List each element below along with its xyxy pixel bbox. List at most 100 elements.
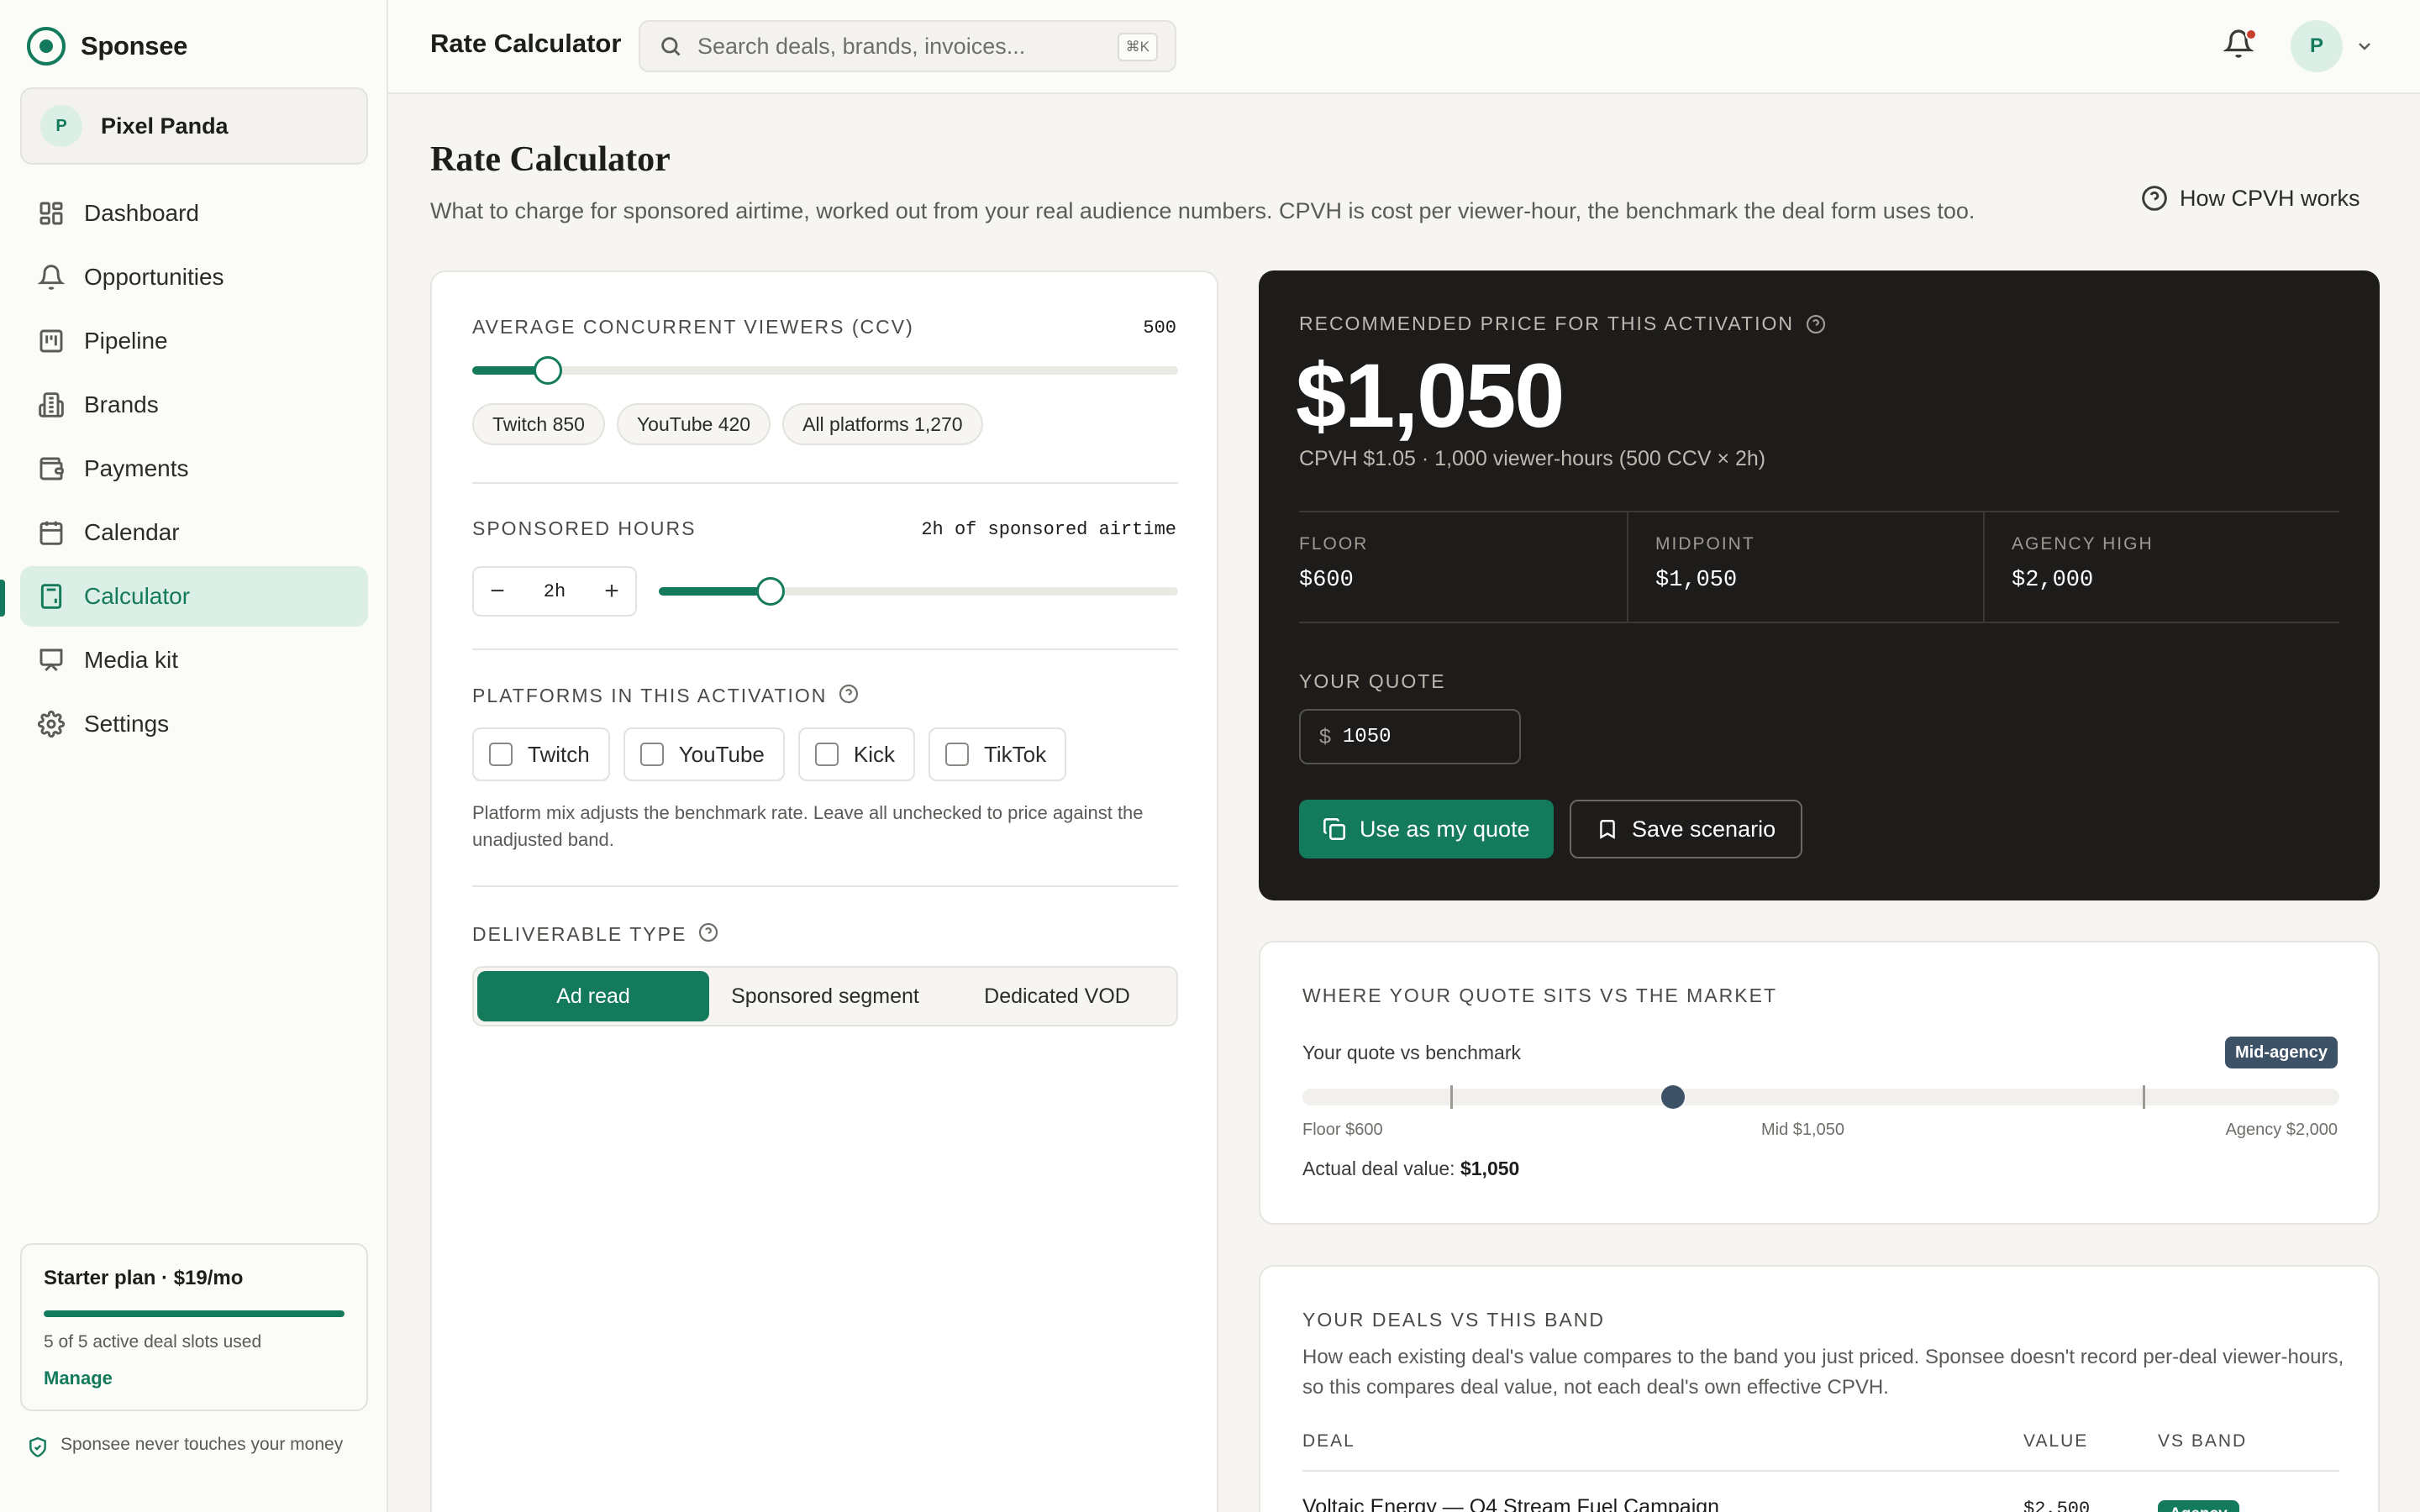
platforms-heading: Platforms in this activation bbox=[472, 684, 859, 708]
status-badge: Mid-agency bbox=[2224, 1037, 2338, 1068]
safety-note-text: Sponsee never touches your money bbox=[60, 1435, 344, 1454]
preset-twitch-chip[interactable]: Twitch 850 bbox=[472, 403, 605, 445]
checkbox[interactable] bbox=[639, 743, 664, 766]
ccv-slider-thumb[interactable] bbox=[533, 356, 562, 385]
search-shortcut: ⌘K bbox=[1117, 33, 1158, 61]
floor-label: Floor $600 bbox=[1302, 1121, 1383, 1139]
column-header-vs-band: VS band bbox=[2158, 1431, 2248, 1451]
use-as-my-quote-button[interactable]: Use as my quote bbox=[1299, 800, 1554, 858]
platform-tiktok-checkbox[interactable]: TikTok bbox=[928, 727, 1067, 781]
price-detail: CPVH $1.05 · 1,000 viewer-hours (500 CCV… bbox=[1299, 447, 1766, 470]
hours-slider-thumb[interactable] bbox=[755, 577, 785, 606]
search-input[interactable] bbox=[697, 33, 1101, 60]
preset-all-platforms-chip[interactable]: All platforms 1,270 bbox=[782, 403, 983, 445]
floor-tick bbox=[1450, 1085, 1454, 1109]
workspace-switcher[interactable]: P Pixel Panda bbox=[20, 87, 368, 165]
actual-deal-value-amount: $1,050 bbox=[1460, 1158, 1520, 1179]
use-as-my-quote-label: Use as my quote bbox=[1360, 816, 1530, 842]
hours-summary: 2h of sponsored airtime bbox=[921, 519, 1176, 540]
ccv-slider[interactable] bbox=[472, 356, 1178, 385]
deals-vs-band-card: Your deals vs this band How each existin… bbox=[1259, 1265, 2380, 1512]
platform-youtube-checkbox[interactable]: YouTube bbox=[623, 727, 785, 781]
quote-input[interactable] bbox=[1342, 725, 1494, 748]
sidebar-item-calculator[interactable]: Calculator bbox=[20, 566, 368, 627]
deliverable-ad-read-option[interactable]: Ad read bbox=[477, 971, 709, 1021]
plan-usage-bar bbox=[44, 1310, 345, 1317]
ccv-presets: Twitch 850 YouTube 420 All platforms 1,2… bbox=[472, 403, 983, 445]
hours-slider[interactable] bbox=[659, 577, 1178, 606]
platform-kick-checkbox[interactable]: Kick bbox=[797, 727, 915, 781]
dashboard-icon bbox=[37, 199, 66, 228]
tier-floor: Floor $600 bbox=[1299, 512, 1627, 622]
help-circle-icon[interactable] bbox=[839, 684, 859, 708]
quote-vs-benchmark-label: Your quote vs benchmark bbox=[1302, 1042, 1521, 1063]
checkbox[interactable] bbox=[814, 743, 839, 766]
plan-card: Starter plan · $19/mo 5 of 5 active deal… bbox=[20, 1243, 368, 1411]
preset-youtube-chip[interactable]: YouTube 420 bbox=[616, 403, 771, 445]
platform-label: TikTok bbox=[983, 741, 1047, 767]
notifications-button[interactable] bbox=[2223, 29, 2260, 66]
hours-stepper-value[interactable]: 2h bbox=[521, 581, 588, 602]
manage-plan-link[interactable]: Manage bbox=[44, 1368, 345, 1389]
deliverable-dedicated-vod-option[interactable]: Dedicated VOD bbox=[941, 971, 1173, 1021]
notification-dot bbox=[2245, 29, 2257, 40]
plan-usage-fill bbox=[44, 1310, 345, 1317]
price-label: Recommended price for this activation bbox=[1299, 312, 1794, 334]
market-label: Where your quote sits vs the market bbox=[1302, 984, 1777, 1006]
help-circle-icon bbox=[2142, 186, 2167, 211]
hours-increment-button[interactable]: + bbox=[588, 568, 635, 615]
help-circle-icon[interactable] bbox=[1806, 314, 1826, 334]
sidebar-item-opportunities[interactable]: Opportunities bbox=[20, 247, 368, 307]
ccv-label: Average concurrent viewers (CCV) bbox=[472, 316, 914, 338]
hours-decrement-button[interactable]: − bbox=[474, 568, 521, 615]
hours-stepper: − 2h + bbox=[472, 566, 637, 617]
plan-title: Starter plan · $19/mo bbox=[44, 1267, 244, 1289]
deals-label: Your deals vs this band bbox=[1302, 1309, 1605, 1331]
sidebar-item-pipeline[interactable]: Pipeline bbox=[20, 311, 368, 371]
platform-note: Platform mix adjusts the benchmark rate.… bbox=[472, 802, 1144, 850]
sidebar-item-calendar[interactable]: Calendar bbox=[20, 502, 368, 563]
table-row-deal[interactable]: Voltaic Energy — Q4 Stream Fuel Campaign bbox=[1302, 1495, 1719, 1512]
help-circle-icon[interactable] bbox=[698, 922, 718, 947]
search-box[interactable]: ⌘K bbox=[639, 20, 1176, 72]
actual-deal-value: Actual deal value: $1,050 bbox=[1302, 1158, 1519, 1180]
sidebar: Sponsee P Pixel Panda Dashboard Opportun… bbox=[0, 0, 388, 1512]
how-cpvh-works-link[interactable]: How CPVH works bbox=[2141, 185, 2360, 212]
sidebar-item-brands[interactable]: Brands bbox=[20, 375, 368, 435]
user-menu[interactable]: P bbox=[2291, 20, 2375, 72]
tier-label: Midpoint bbox=[1655, 534, 1755, 554]
ccv-value: 500 bbox=[1143, 318, 1176, 339]
tier-label: Floor bbox=[1299, 534, 1369, 554]
sidebar-item-label: Brands bbox=[84, 391, 159, 417]
checkbox[interactable] bbox=[944, 743, 969, 766]
avatar: P bbox=[2291, 20, 2343, 72]
deliverable-sponsored-segment-option[interactable]: Sponsored segment bbox=[709, 971, 941, 1021]
recommended-price-card: Recommended price for this activation $1… bbox=[1259, 270, 2380, 900]
save-scenario-button[interactable]: Save scenario bbox=[1570, 800, 1803, 858]
calendar-icon bbox=[37, 518, 66, 547]
table-row-value: $2,500 bbox=[2023, 1499, 2091, 1512]
sidebar-item-label: Payments bbox=[84, 455, 189, 481]
checkbox[interactable] bbox=[489, 743, 513, 766]
platform-label: Kick bbox=[853, 741, 895, 767]
deliverable-type-selector: Ad read Sponsored segment Dedicated VOD bbox=[472, 966, 1178, 1026]
sidebar-item-settings[interactable]: Settings bbox=[20, 694, 368, 754]
divider bbox=[472, 648, 1178, 650]
sidebar-item-dashboard[interactable]: Dashboard bbox=[20, 183, 368, 244]
quote-marker bbox=[1660, 1085, 1685, 1109]
gear-icon bbox=[37, 710, 66, 738]
table-header-divider bbox=[1302, 1470, 2339, 1472]
divider bbox=[472, 885, 1178, 887]
mid-label: Mid $1,050 bbox=[1761, 1121, 1844, 1139]
platform-twitch-checkbox[interactable]: Twitch bbox=[472, 727, 610, 781]
quote-field[interactable]: $ bbox=[1299, 709, 1521, 764]
sidebar-item-label: Pipeline bbox=[84, 328, 168, 354]
workspace-name: Pixel Panda bbox=[101, 113, 229, 139]
actual-deal-value-label: Actual deal value: bbox=[1302, 1158, 1455, 1179]
kanban-icon bbox=[37, 327, 66, 355]
sidebar-item-media-kit[interactable]: Media kit bbox=[20, 630, 368, 690]
price-tiers: Floor $600 Midpoint $1,050 Agency high $… bbox=[1299, 511, 2339, 623]
save-scenario-label: Save scenario bbox=[1632, 816, 1776, 842]
brand[interactable]: Sponsee bbox=[27, 27, 187, 66]
sidebar-item-payments[interactable]: Payments bbox=[20, 438, 368, 499]
